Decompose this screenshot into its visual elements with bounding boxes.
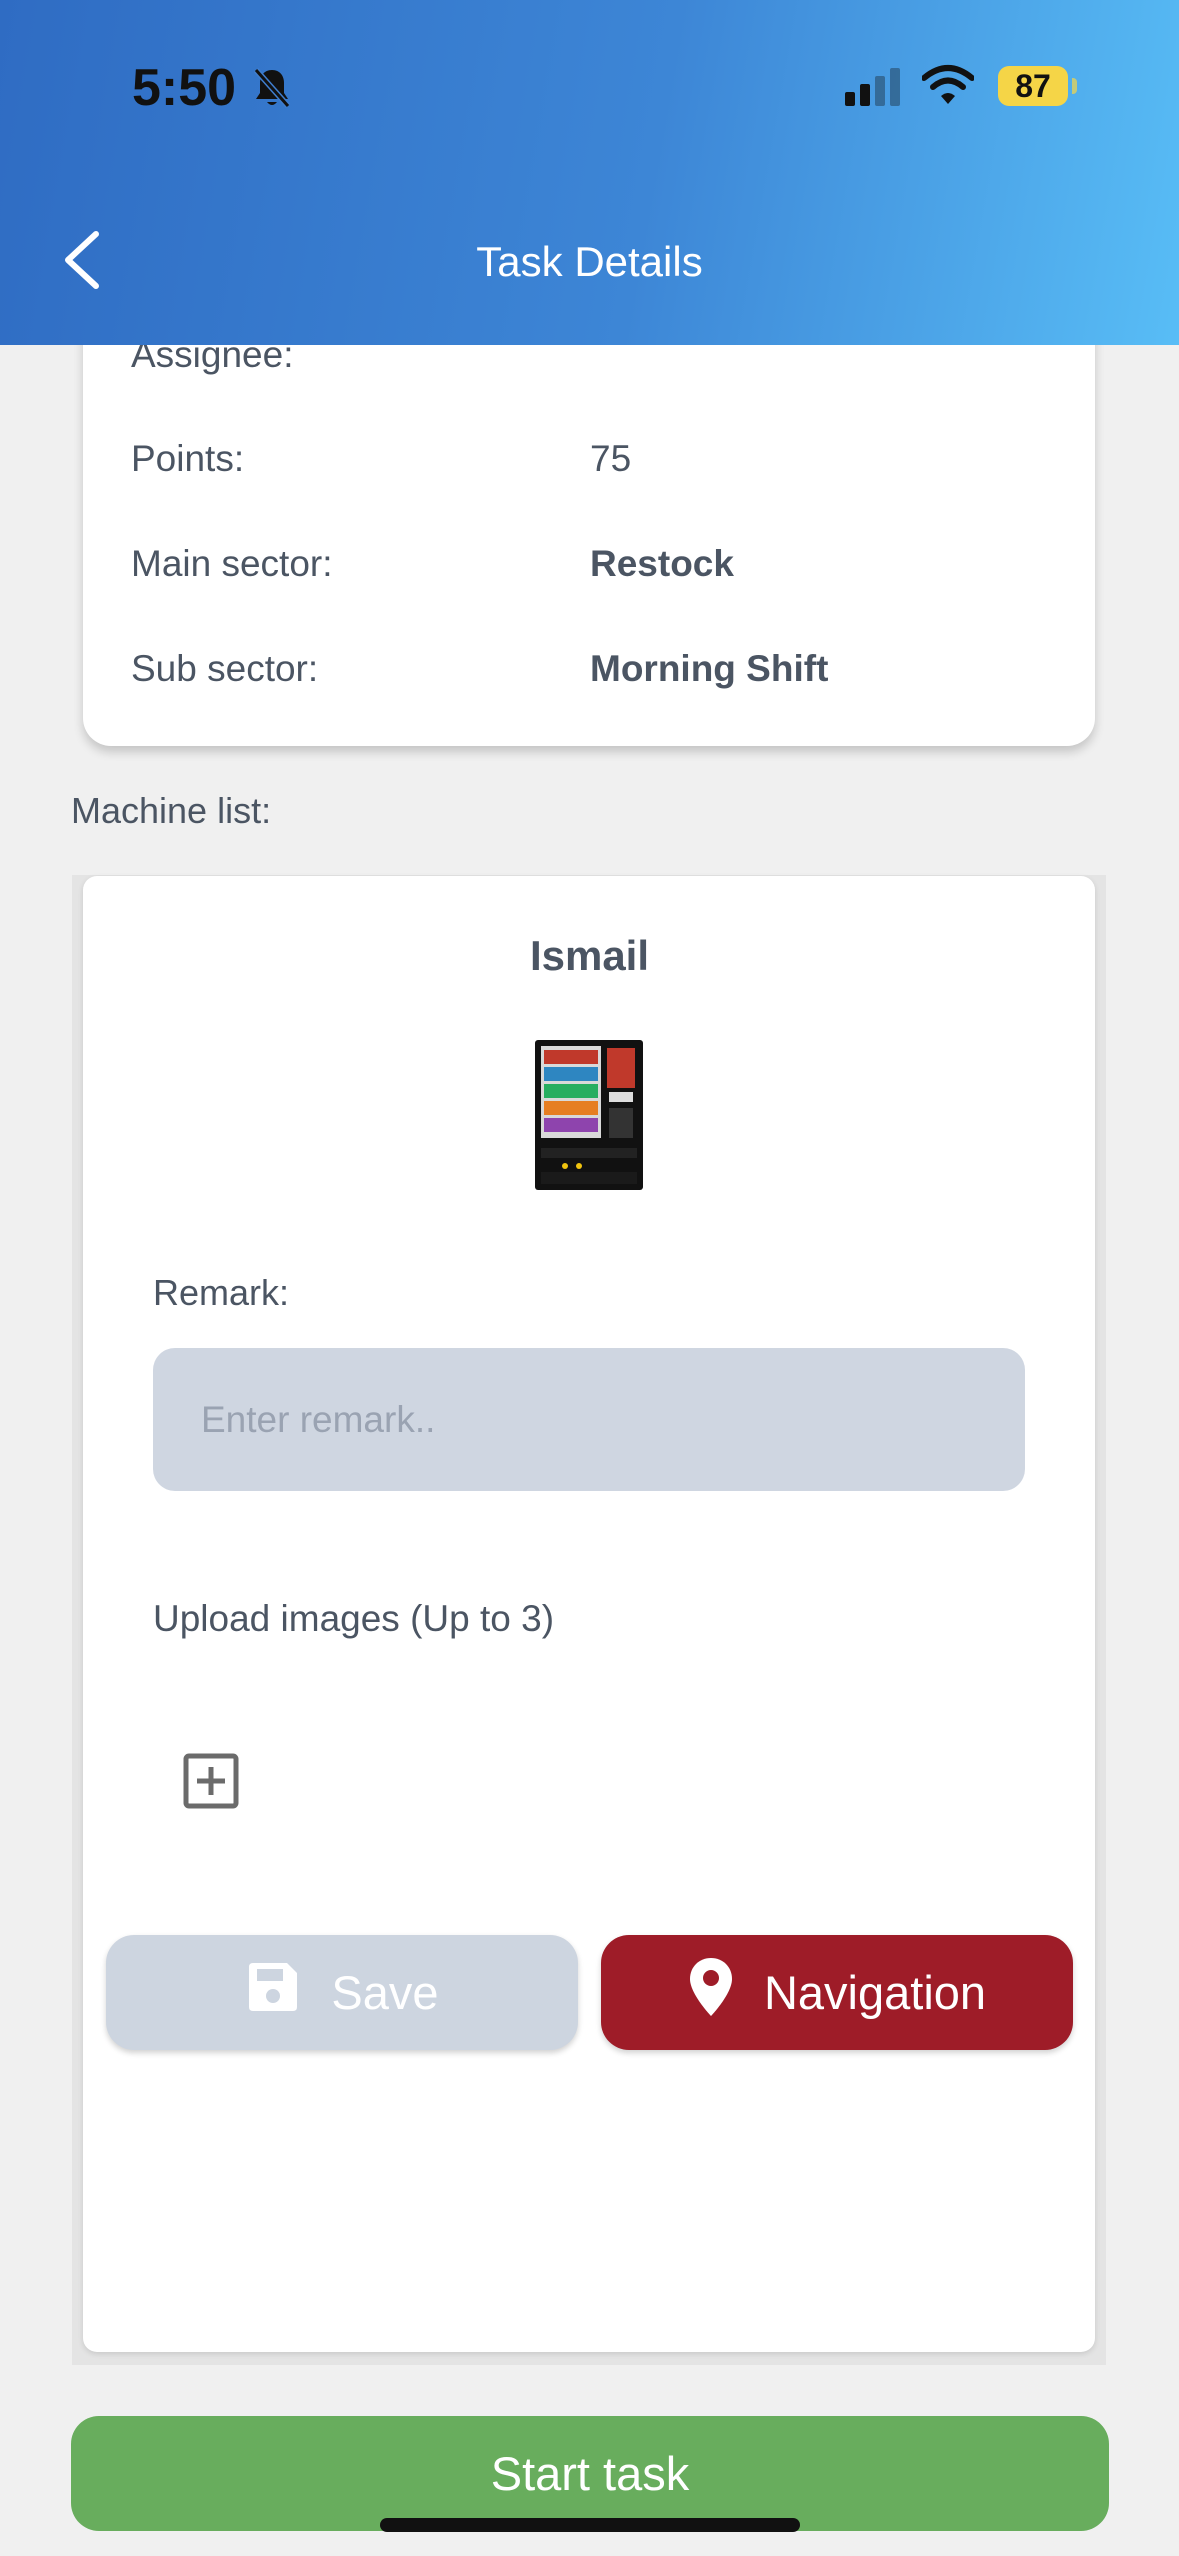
status-time: 5:50 [132,59,237,117]
save-button-label: Save [331,1966,439,2019]
points-value: 75 [590,438,632,479]
page-title: Task Details [476,238,703,285]
map-pin-icon [688,1956,764,2029]
cellular-signal-icon [845,68,905,111]
upload-images-label: Upload images (Up to 3) [153,1598,555,1639]
app-header: 5:50 87 Task Details [0,0,1179,345]
main-sector-value: Restock [590,543,734,584]
start-task-button[interactable]: Start task [71,2416,1109,2531]
sub-sector-value: Morning Shift [590,648,829,689]
remark-label: Remark: [153,1272,290,1313]
main-sector-label: Main sector: [131,543,333,584]
navigation-button-label: Navigation [763,1966,987,2019]
wifi-icon [921,64,975,111]
remark-input[interactable] [153,1348,1025,1491]
vending-machine-image [535,1040,643,1195]
battery-level: 87 [998,66,1068,106]
start-task-label: Start task [490,2447,690,2500]
sub-sector-label: Sub sector: [131,648,319,689]
machine-list-label: Machine list: [71,790,272,831]
points-label: Points: [131,438,245,479]
bell-muted-icon [252,66,292,115]
add-image-icon[interactable] [182,1752,240,1810]
home-indicator [380,2518,800,2532]
save-button[interactable]: Save [106,1935,578,2050]
floppy-disk-icon [245,1959,331,2026]
battery-tip [1072,78,1077,94]
machine-name: Ismail [529,932,650,979]
navigation-button[interactable]: Navigation [601,1935,1073,2050]
